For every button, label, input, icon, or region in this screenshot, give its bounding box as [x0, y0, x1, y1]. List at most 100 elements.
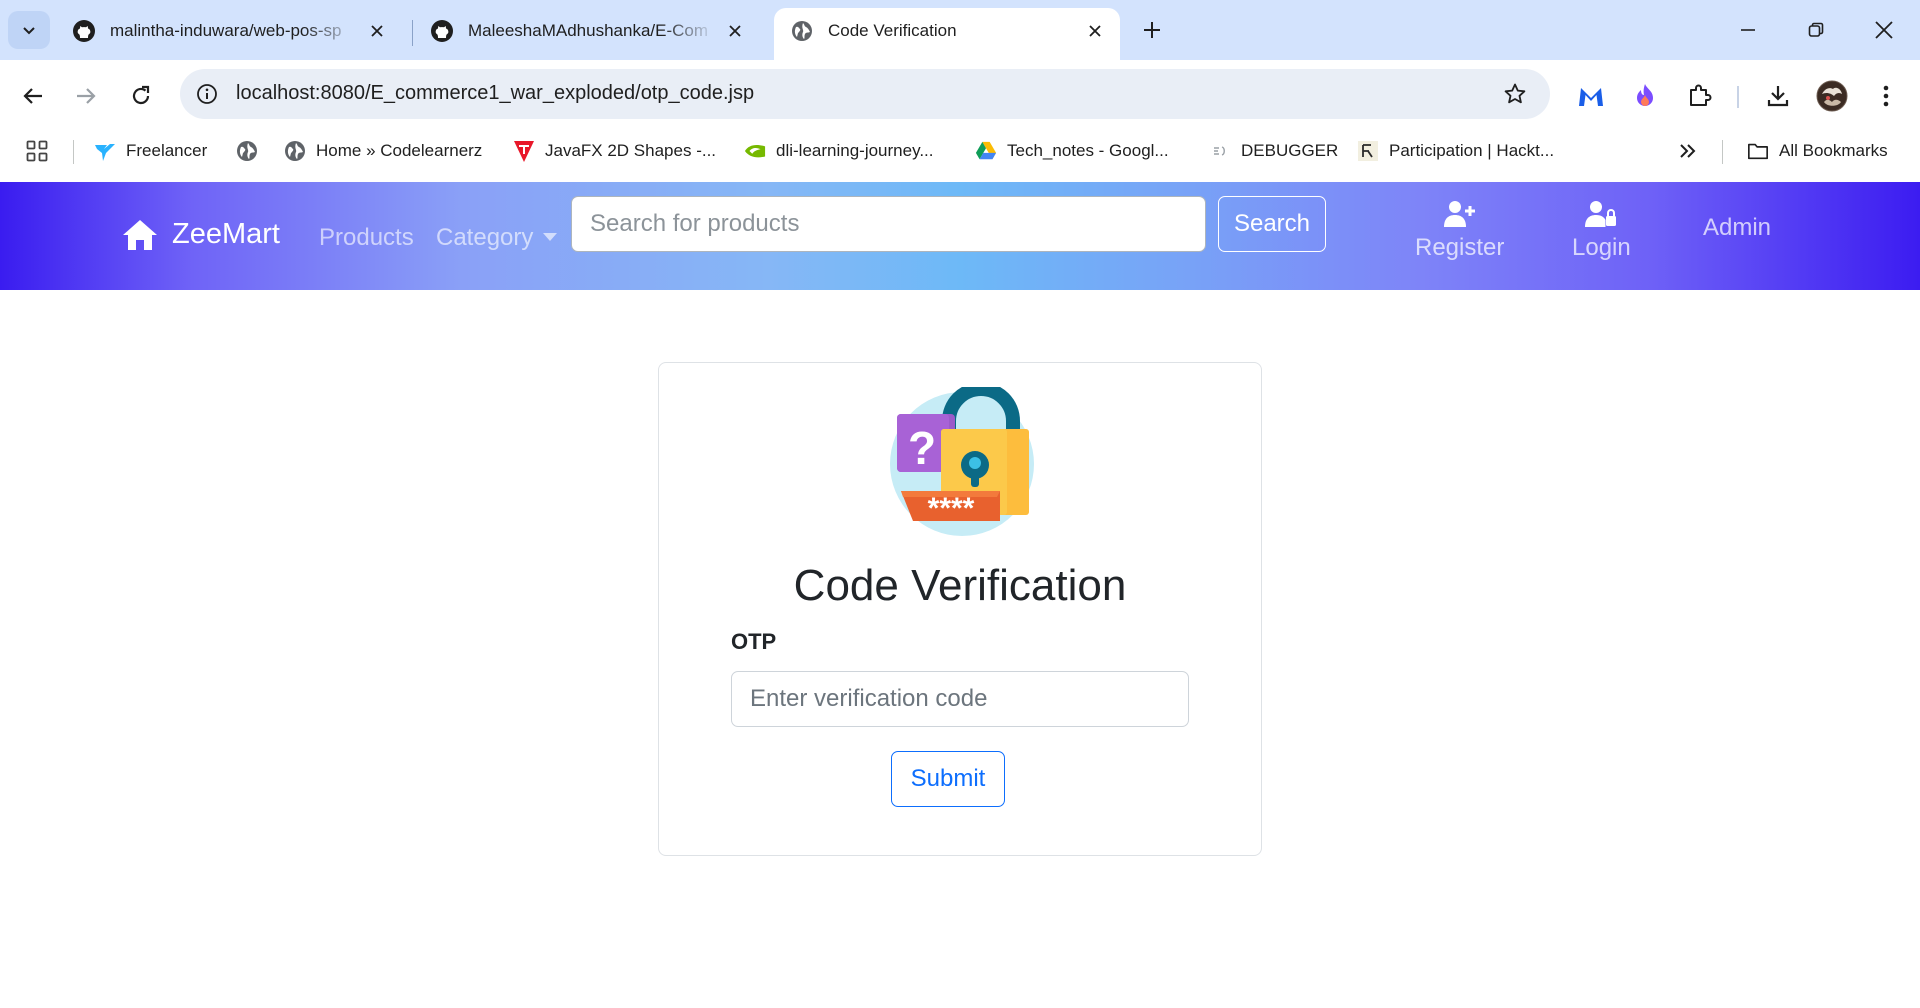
google-drive-icon — [975, 140, 997, 162]
tab-separator — [412, 20, 413, 46]
site-info-icon[interactable] — [194, 81, 220, 107]
close-icon[interactable] — [366, 20, 388, 42]
browser-toolbar: localhost:8080/E_commerce1_war_exploded/… — [0, 60, 1920, 188]
reload-button[interactable] — [121, 76, 161, 116]
nav-login-link[interactable]: Login — [1572, 200, 1631, 262]
globe-icon — [284, 140, 306, 162]
browser-tab-2[interactable]: MaleeshaMAdhushanka/E-Com — [414, 8, 760, 60]
url-text[interactable]: localhost:8080/E_commerce1_war_exploded/… — [236, 82, 754, 105]
otp-label: OTP — [731, 629, 777, 654]
close-icon[interactable] — [724, 20, 746, 42]
login-label: Login — [1572, 234, 1631, 261]
bookmark-globe[interactable] — [236, 128, 268, 174]
home-icon — [123, 219, 157, 250]
bookmark-label: Tech_notes - Googl... — [1007, 141, 1169, 160]
browser-tab-1[interactable]: malintha-induwara/web-pos-sp — [56, 8, 402, 60]
reload-icon — [132, 85, 150, 105]
address-bar[interactable]: localhost:8080/E_commerce1_war_exploded/… — [180, 69, 1550, 119]
globe-icon — [236, 140, 258, 162]
browser-tab-active[interactable]: Code Verification — [774, 8, 1120, 60]
close-window-button[interactable] — [1860, 10, 1908, 50]
nav-category-dropdown[interactable]: Category — [436, 224, 558, 252]
nav-category-label: Category — [436, 224, 534, 251]
hackerrank-icon — [1357, 140, 1379, 162]
toolbar-separator — [1737, 86, 1739, 108]
bookmark-hackerrank[interactable]: Participation | Hackt... — [1357, 128, 1554, 174]
bookmark-label: Home » Codelearnerz — [316, 141, 483, 160]
new-tab-button[interactable] — [1135, 13, 1169, 47]
profile-avatar[interactable] — [1812, 76, 1852, 116]
browser-tab-strip: malintha-induwara/web-pos-sp MaleeshaMAd… — [0, 0, 1920, 60]
minimize-icon — [1741, 29, 1755, 31]
caret-down-icon — [543, 233, 558, 241]
tab-title: Code Verification — [828, 21, 957, 40]
minimize-button[interactable] — [1724, 10, 1772, 50]
arrow-right-icon — [77, 88, 96, 104]
debugger-icon — [1209, 140, 1231, 162]
svg-text:?: ? — [908, 422, 936, 474]
user-plus-icon — [1443, 201, 1475, 227]
search-button[interactable]: Search — [1218, 196, 1326, 252]
plus-icon — [1144, 22, 1160, 38]
downloads-icon[interactable] — [1758, 76, 1798, 116]
nav-admin-link[interactable]: Admin — [1703, 214, 1771, 242]
otp-input[interactable] — [731, 671, 1189, 727]
submit-button[interactable]: Submit — [891, 751, 1005, 807]
product-search-input[interactable] — [571, 196, 1206, 252]
nav-register-link[interactable]: Register — [1415, 200, 1504, 262]
bookmark-codelearnerz[interactable]: Home » Codelearnerz — [284, 128, 482, 174]
bookmark-separator — [1722, 140, 1723, 164]
folder-icon — [1747, 140, 1769, 162]
bookmark-javafx[interactable]: JavaFX 2D Shapes -... — [513, 128, 716, 174]
apps-grid-icon — [26, 140, 48, 162]
register-label: Register — [1415, 234, 1505, 261]
extensions-puzzle-icon[interactable] — [1680, 76, 1720, 116]
bookmark-dli[interactable]: dli-learning-journey... — [744, 128, 933, 174]
bookmark-label: Participation | Hackt... — [1389, 141, 1555, 160]
password-mask-text: **** — [928, 492, 975, 525]
otp-verification-card: ? **** Code Verification OTP Submit — [658, 362, 1262, 856]
freelancer-bird-icon — [94, 140, 116, 162]
arrow-left-icon — [23, 88, 42, 104]
nvidia-icon — [744, 140, 766, 162]
bookmark-label: DEBUGGER — [1241, 141, 1339, 160]
bookmark-separator — [73, 140, 74, 164]
restore-icon — [1808, 22, 1824, 37]
bookmark-freelancer[interactable]: Freelancer — [94, 128, 207, 174]
padlock-password-illustration: ? **** — [890, 387, 1034, 536]
user-lock-icon — [1585, 201, 1617, 227]
chevron-down-icon — [23, 27, 35, 35]
bookmark-star-icon[interactable] — [1502, 81, 1528, 107]
close-icon — [1875, 21, 1893, 39]
more-vert-icon — [1883, 85, 1889, 107]
javatpoint-icon — [513, 140, 535, 162]
bookmark-label: dli-learning-journey... — [776, 141, 934, 160]
brand-name: ZeeMart — [172, 218, 280, 250]
bookmark-label: Freelancer — [126, 141, 208, 160]
brand-link[interactable]: ZeeMart — [122, 218, 280, 251]
close-icon[interactable] — [1084, 20, 1106, 42]
bookmark-debugger[interactable]: DEBUGGER — [1209, 128, 1338, 174]
forward-button[interactable] — [66, 76, 106, 116]
page-title: Code Verification — [793, 561, 1127, 610]
tab-search-button[interactable] — [8, 11, 50, 49]
chevron-double-right-icon — [1680, 144, 1696, 158]
all-bookmarks-button[interactable]: All Bookmarks — [1747, 128, 1888, 174]
malwarebytes-extension-icon[interactable] — [1571, 76, 1611, 116]
bookmarks-bar: Freelancer Home » Codelearnerz JavaFX 2D… — [0, 128, 1920, 174]
tab-title: MaleeshaMAdhushanka/E-Com — [468, 21, 709, 40]
more-bookmarks-button[interactable] — [1679, 128, 1697, 174]
apps-button[interactable] — [26, 128, 48, 174]
restore-button[interactable] — [1792, 10, 1840, 50]
flame-extension-icon[interactable] — [1625, 76, 1665, 116]
github-icon — [430, 19, 454, 43]
back-button[interactable] — [13, 76, 53, 116]
tab-title: malintha-induwara/web-pos-sp — [110, 21, 342, 40]
chrome-menu-button[interactable] — [1866, 76, 1906, 116]
bookmark-tech-notes[interactable]: Tech_notes - Googl... — [975, 128, 1169, 174]
nav-products-link[interactable]: Products — [319, 224, 414, 252]
bookmark-label: JavaFX 2D Shapes -... — [545, 141, 717, 160]
all-bookmarks-label: All Bookmarks — [1779, 141, 1888, 160]
globe-icon — [790, 19, 814, 43]
github-icon — [72, 19, 96, 43]
